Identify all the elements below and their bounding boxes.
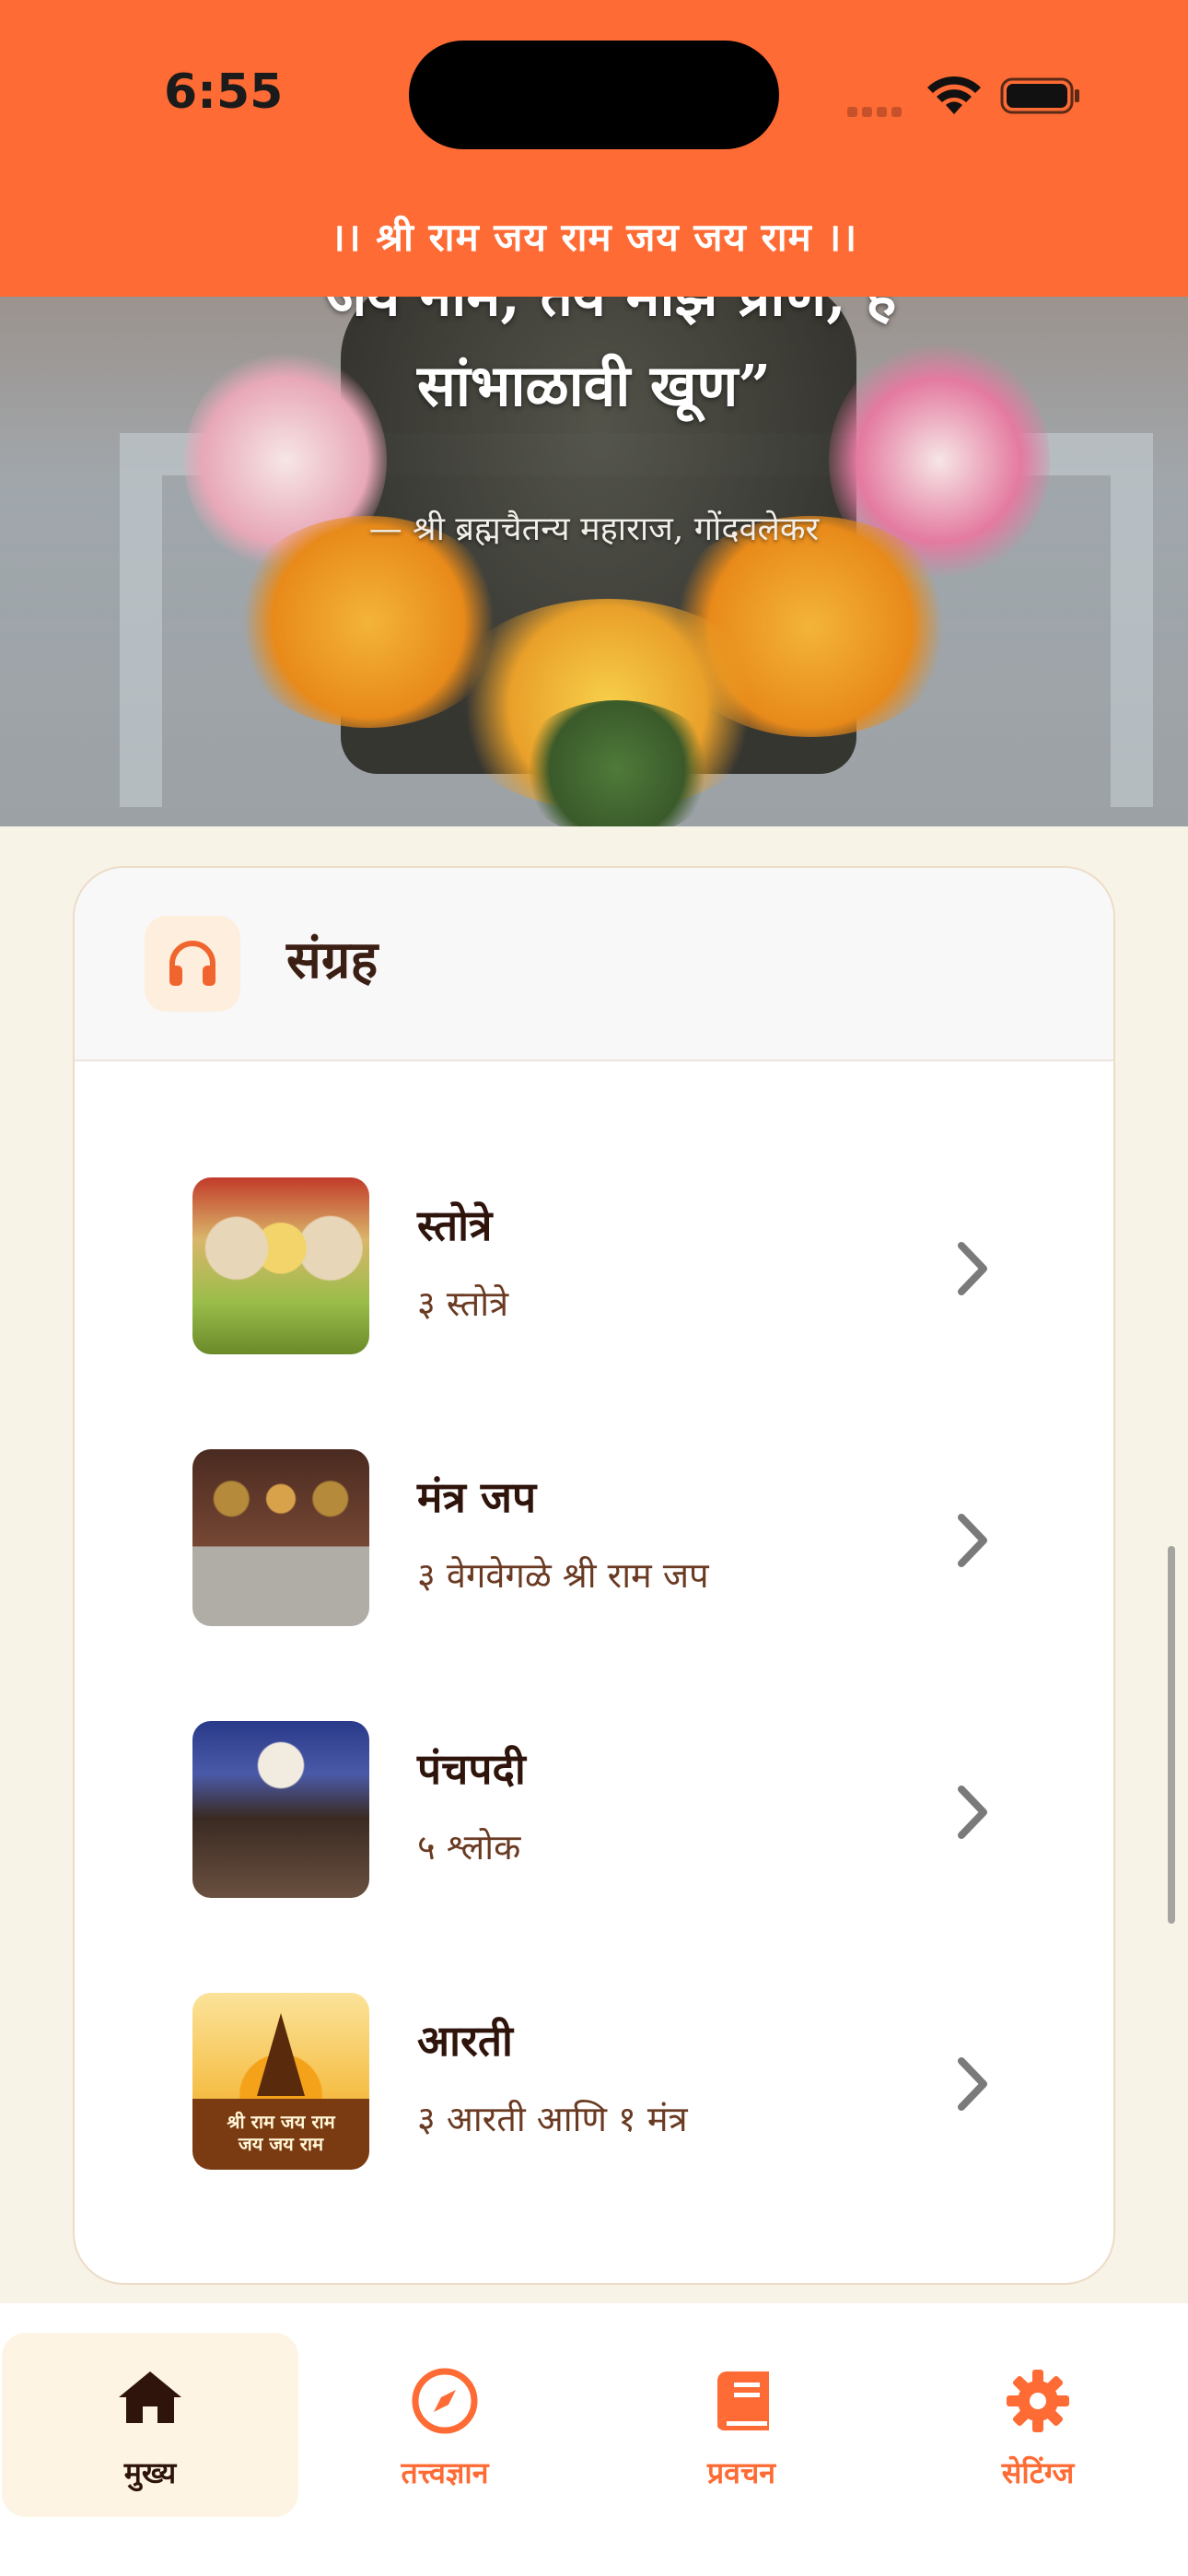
tab-label: मुख्य	[123, 2455, 177, 2490]
tab-label: तत्त्वज्ञान	[401, 2455, 489, 2490]
tab-philosophy[interactable]: तत्त्वज्ञान	[297, 2333, 593, 2517]
list-item-aarti[interactable]: श्री राम जय राम जय जय राम आरती ३ आरती आण…	[75, 1993, 1113, 2177]
chevron-right-icon	[958, 2057, 987, 2111]
leaves	[516, 700, 718, 826]
list-item-title: मंत्र जप	[417, 1472, 537, 1522]
list-item-title: स्तोत्रे	[417, 1200, 493, 1250]
list-item-title: पंचपदी	[417, 1744, 526, 1794]
chevron-right-icon	[958, 1786, 987, 1839]
tab-pravachan[interactable]: प्रवचन	[593, 2333, 890, 2517]
aarti-thumbnail-text: श्री राम जय राम जय जय राम	[192, 2111, 369, 2155]
list-item-subtitle: ३ वेगवेगळे श्री राम जप	[417, 1555, 709, 1596]
thumbnail-text-line-1: श्री राम जय राम	[227, 2111, 335, 2133]
dynamic-island	[409, 41, 779, 149]
card-title: संग्रह	[286, 930, 379, 990]
status-time: 6:55	[164, 64, 284, 120]
battery-icon	[1000, 77, 1079, 114]
app-title: ।। श्री राम जय राम जय जय राम ।।	[330, 215, 858, 260]
list-item-panchapadi[interactable]: पंचपदी ५ श्लोक	[75, 1721, 1113, 1905]
list-item-subtitle: ५ श्लोक	[417, 1827, 521, 1868]
list-item-subtitle: ३ स्तोत्रे	[417, 1283, 509, 1324]
list-item-mantra-jap[interactable]: मंत्र जप ३ वेगवेगळे श्री राम जप	[75, 1449, 1113, 1633]
collection-card: संग्रह स्तोत्रे ३ स्तोत्रे मंत्र जप ३ वे…	[73, 866, 1115, 2285]
book-icon	[717, 2371, 769, 2431]
headphones-icon	[145, 916, 240, 1012]
tab-label: सेटिंग्ज	[1001, 2455, 1075, 2490]
chevron-right-icon	[958, 1242, 987, 1295]
card-header: संग्रह	[75, 868, 1113, 1061]
gear-icon	[1007, 2370, 1069, 2432]
temple-icon	[257, 2013, 305, 2096]
thumbnail-text-line-2: जय जय राम	[238, 2133, 324, 2155]
tab-home[interactable]: मुख्य	[2, 2333, 298, 2517]
tab-label: प्रवचन	[706, 2455, 776, 2490]
quote-line-2: सांभाळावी खूण”	[416, 352, 772, 419]
mantra-jap-thumbnail	[192, 1449, 369, 1626]
wifi-icon	[927, 76, 981, 114]
aarti-thumbnail: श्री राम जय राम जय जय राम	[192, 1993, 369, 2170]
home-icon	[119, 2371, 181, 2423]
cellular-signal-icon	[847, 103, 912, 117]
list-item-title: आरती	[417, 2016, 513, 2066]
compass-icon	[412, 2368, 478, 2434]
tab-bar: मुख्य तत्त्वज्ञान प्रवचन सेटिंग्ज	[0, 2303, 1188, 2576]
list-item-stotre[interactable]: स्तोत्रे ३ स्तोत्रे	[75, 1177, 1113, 1362]
top-bar: 6:55 ।। श्री राम जय राम जय जय राम ।।	[0, 0, 1188, 297]
chevron-right-icon	[958, 1514, 987, 1567]
scrollbar[interactable]	[1168, 1546, 1175, 1924]
panchapadi-thumbnail	[192, 1721, 369, 1898]
list-item-subtitle: ३ आरती आणि १ मंत्र	[417, 2099, 688, 2139]
stotre-thumbnail	[192, 1177, 369, 1354]
tab-settings[interactable]: सेटिंग्ज	[890, 2333, 1186, 2517]
quote-author: — श्री ब्रह्मचैतन्य महाराज, गोंदवलेकर	[368, 510, 820, 548]
